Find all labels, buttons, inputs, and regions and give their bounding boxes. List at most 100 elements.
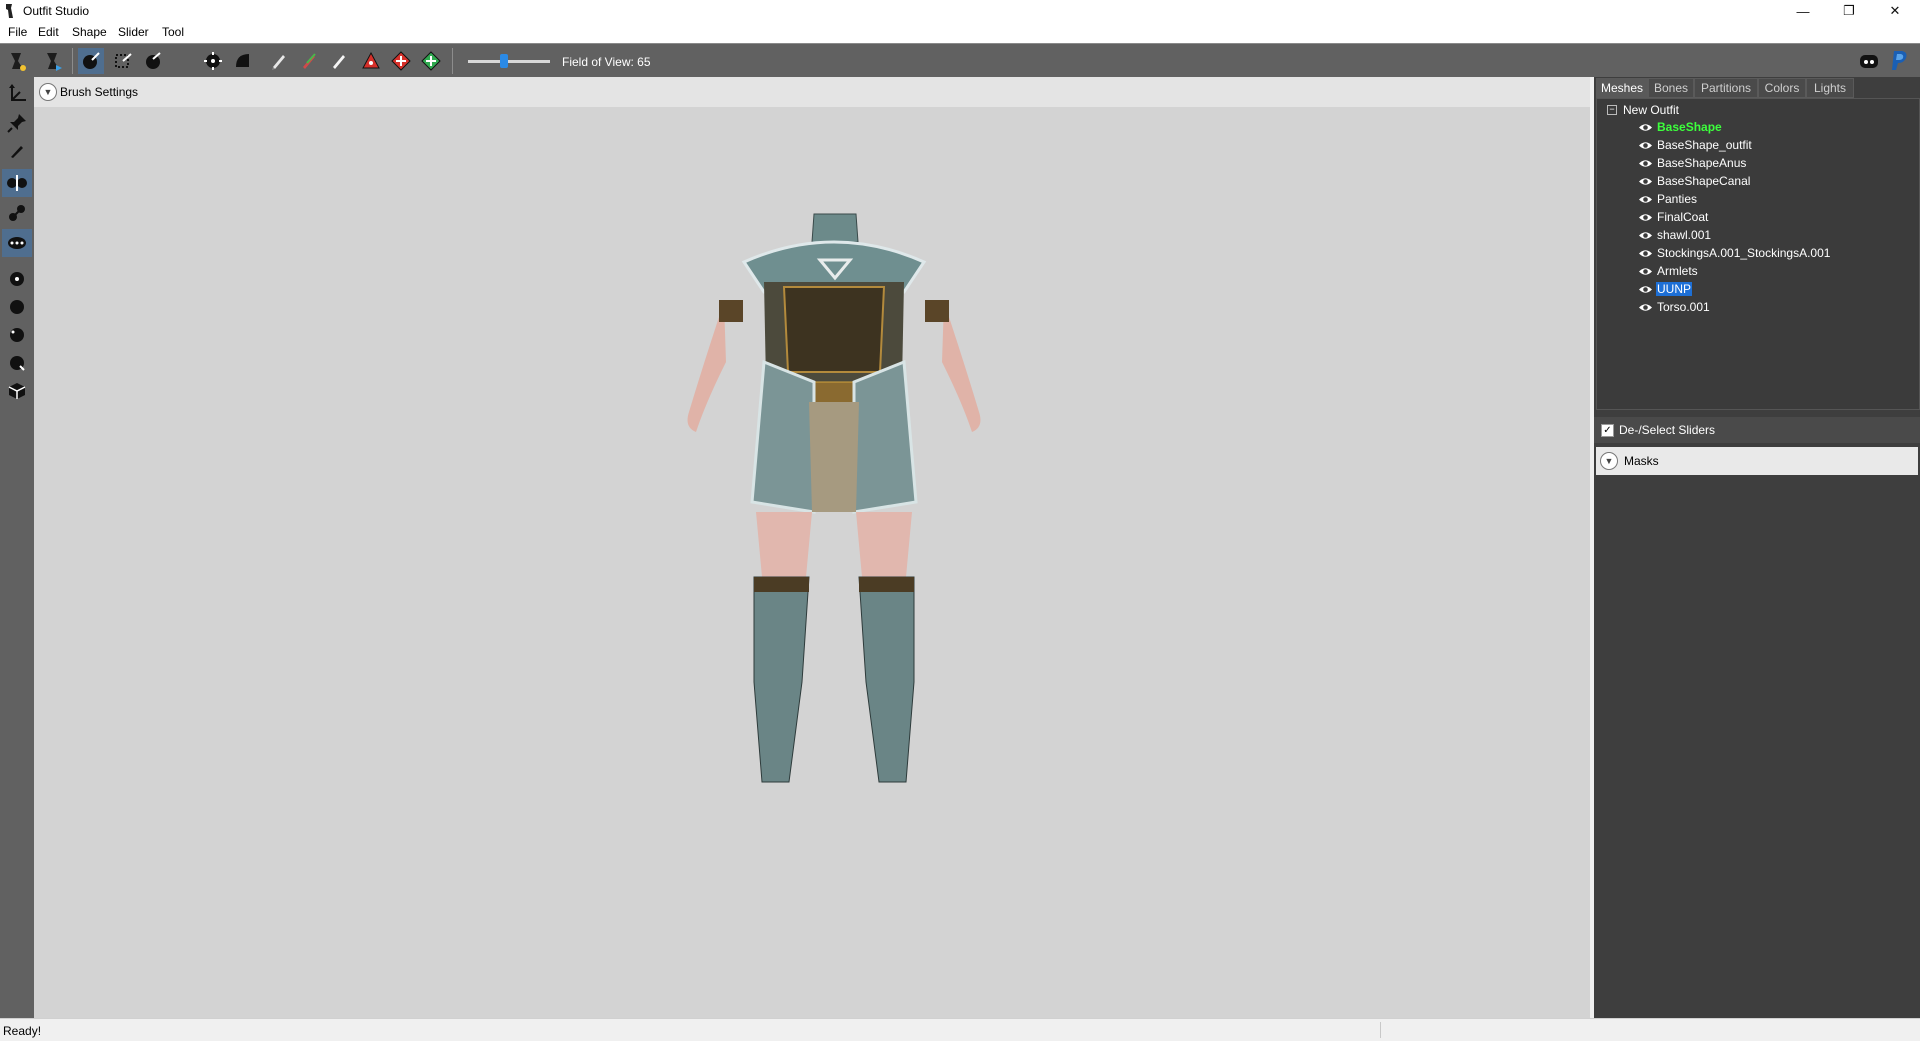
status-text: Ready! <box>3 1024 42 1038</box>
deflate-brush-icon[interactable] <box>170 48 196 74</box>
mesh-name: BaseShape_outfit <box>1657 138 1752 152</box>
mesh-item[interactable]: BaseShape <box>1638 118 1723 136</box>
chevron-down-icon[interactable]: ▼ <box>1600 452 1618 470</box>
toggle-mask-view-icon[interactable] <box>2 377 32 405</box>
load-reference-icon[interactable] <box>40 48 66 74</box>
inflate-brush-icon[interactable] <box>140 48 166 74</box>
deselect-sliders-row[interactable]: ✓ De-/Select Sliders <box>1594 417 1920 443</box>
eye-icon[interactable] <box>1638 194 1653 205</box>
brush-settings-label: Brush Settings <box>60 85 139 99</box>
smooth-brush-icon[interactable] <box>230 48 256 74</box>
minimize-button[interactable]: — <box>1780 0 1826 22</box>
mesh-item-selected[interactable]: UUNP <box>1638 280 1693 298</box>
right-panel: Meshes Bones Partitions Colors Lights − … <box>1594 77 1920 1018</box>
tab-bones[interactable]: Bones <box>1648 78 1694 98</box>
mesh-name: BaseShapeCanal <box>1657 174 1751 188</box>
deselect-sliders-checkbox[interactable]: ✓ <box>1601 423 1614 437</box>
eye-icon[interactable] <box>1638 230 1653 241</box>
mesh-item[interactable]: shawl.001 <box>1638 226 1712 244</box>
pin-icon[interactable] <box>2 109 32 137</box>
pivot-tool-icon[interactable] <box>388 48 414 74</box>
window-title: Outfit Studio <box>23 4 90 18</box>
connected-only-icon[interactable] <box>2 199 32 227</box>
mesh-item[interactable]: StockingsA.001_StockingsA.001 <box>1638 244 1831 262</box>
paypal-icon[interactable] <box>1886 48 1912 74</box>
toggle-lighting-icon[interactable] <box>2 321 32 349</box>
mesh-item[interactable]: BaseShapeCanal <box>1638 172 1751 190</box>
deselect-sliders-label: De-/Select Sliders <box>1619 423 1716 437</box>
app-logo-icon <box>6 4 13 18</box>
tab-meshes[interactable]: Meshes <box>1596 78 1648 98</box>
eye-icon[interactable] <box>1638 140 1653 151</box>
transform-mesh-icon[interactable] <box>358 48 384 74</box>
brush-select-icon[interactable] <box>78 48 104 74</box>
outfit-3d-model[interactable] <box>644 182 1024 842</box>
toolbar-separator <box>72 48 73 74</box>
mesh-name: BaseShapeAnus <box>1657 156 1747 170</box>
toolbar-separator <box>452 48 453 74</box>
masks-label: Masks <box>1624 454 1659 468</box>
mirror-x-icon[interactable] <box>2 169 32 197</box>
eye-icon[interactable] <box>1638 176 1653 187</box>
brush-settings-bar[interactable]: ▼ Brush Settings <box>34 77 1590 107</box>
restore-button[interactable]: ❐ <box>1826 0 1872 22</box>
eye-icon[interactable] <box>1638 302 1653 313</box>
mesh-item[interactable]: Torso.001 <box>1638 298 1711 316</box>
collapse-toggle[interactable]: − <box>1607 105 1617 115</box>
discord-icon[interactable] <box>1856 48 1882 74</box>
new-project-icon[interactable] <box>4 48 30 74</box>
toggle-textures-icon[interactable] <box>2 349 32 377</box>
tab-lights[interactable]: Lights <box>1806 78 1854 98</box>
axis-transform-icon[interactable] <box>2 79 32 107</box>
close-button[interactable]: ✕ <box>1872 0 1918 22</box>
status-bar: Ready! <box>0 1018 1920 1041</box>
menu-tool[interactable]: Tool <box>162 25 184 39</box>
status-separator <box>1380 1022 1381 1038</box>
mesh-tree: − New Outfit BaseShape BaseShape_outfit … <box>1596 98 1920 410</box>
fov-slider-thumb[interactable] <box>500 54 508 68</box>
alpha-brush-icon[interactable] <box>326 48 352 74</box>
mask-brush-icon[interactable] <box>110 48 136 74</box>
mesh-item[interactable]: FinalCoat <box>1638 208 1709 226</box>
move-brush-icon[interactable] <box>200 48 226 74</box>
menu-slider[interactable]: Slider <box>118 25 149 39</box>
mesh-item[interactable]: BaseShape_outfit <box>1638 136 1753 154</box>
show-points-icon[interactable] <box>2 265 32 293</box>
fov-label: Field of View: 65 <box>562 55 651 69</box>
color-brush-icon[interactable] <box>296 48 322 74</box>
panel-tabs: Meshes Bones Partitions Colors Lights <box>1594 77 1920 98</box>
mesh-item[interactable]: Armlets <box>1638 262 1699 280</box>
eye-icon[interactable] <box>1638 212 1653 223</box>
mesh-name: UUNP <box>1656 282 1693 296</box>
mesh-name: Panties <box>1657 192 1698 206</box>
tab-colors[interactable]: Colors <box>1758 78 1806 98</box>
sliders-panel: ✓ De-/Select Sliders ▼ Masks <box>1594 417 1920 1018</box>
global-brush-icon[interactable] <box>2 229 32 257</box>
menu-shape[interactable]: Shape <box>72 25 107 39</box>
menu-edit[interactable]: Edit <box>38 25 59 39</box>
mesh-item[interactable]: BaseShapeAnus <box>1638 154 1747 172</box>
eye-icon[interactable] <box>1638 248 1653 259</box>
eye-icon[interactable] <box>1638 158 1653 169</box>
menu-bar: File Edit Shape Slider Tool <box>0 22 1920 42</box>
main-toolbar: Field of View: 65 <box>0 43 1920 78</box>
eye-icon[interactable] <box>1638 284 1653 295</box>
mesh-name: StockingsA.001_StockingsA.001 <box>1657 246 1831 260</box>
menu-file[interactable]: File <box>8 25 27 39</box>
mesh-name: BaseShape <box>1657 120 1722 134</box>
eye-icon[interactable] <box>1638 122 1653 133</box>
masks-section[interactable]: ▼ Masks <box>1596 447 1918 475</box>
fov-slider-track[interactable] <box>468 60 550 63</box>
mesh-name: FinalCoat <box>1657 210 1709 224</box>
mesh-name: Torso.001 <box>1657 300 1710 314</box>
3d-viewport[interactable]: ▼ Brush Settings <box>34 77 1590 1018</box>
show-wireframe-icon[interactable] <box>2 293 32 321</box>
mesh-item[interactable]: Panties <box>1638 190 1698 208</box>
chevron-down-icon[interactable]: ▼ <box>39 83 57 101</box>
tree-root-label[interactable]: New Outfit <box>1623 103 1679 117</box>
eye-icon[interactable] <box>1638 266 1653 277</box>
vertex-select-icon[interactable] <box>418 48 444 74</box>
tab-partitions[interactable]: Partitions <box>1694 78 1758 98</box>
weight-brush-icon[interactable] <box>266 48 292 74</box>
pencil-icon[interactable] <box>2 137 32 165</box>
